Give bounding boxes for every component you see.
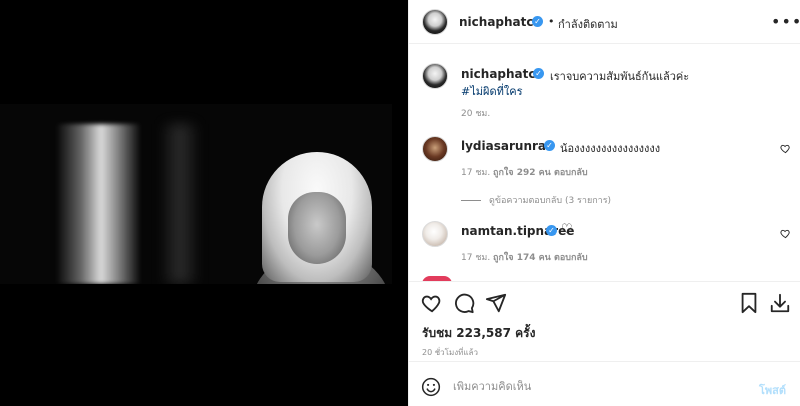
comment-input[interactable] bbox=[453, 380, 733, 393]
comment-text: น้องงงงงงงงงงงงงงงง bbox=[560, 142, 661, 155]
replies-divider bbox=[461, 200, 481, 201]
caption-hashtag-link[interactable]: #ไม่ผิดที่ใคร bbox=[461, 82, 522, 100]
post-panel: nichaphatc ✓ • กำลังติดตาม ••• nichaphat… bbox=[408, 0, 800, 406]
post-header: nichaphatc ✓ • กำลังติดตาม ••• bbox=[409, 0, 800, 44]
author-username[interactable]: nichaphatc bbox=[459, 15, 534, 29]
light-glow bbox=[160, 124, 200, 284]
author-avatar[interactable] bbox=[422, 9, 448, 35]
comments-list[interactable]: nichaphatc ✓ เราจบความสัมพันธ์กันแล้วค่ะ… bbox=[409, 44, 800, 282]
post-actions: รับชม 223,587 ครั้ง 20 ชั่วโมงที่แล้ว bbox=[409, 282, 800, 362]
post-timestamp[interactable]: 20 ชั่วโมงที่แล้ว bbox=[422, 346, 478, 359]
caption-avatar[interactable] bbox=[422, 63, 448, 89]
comment-text: ♡ bbox=[561, 222, 573, 237]
comment-username[interactable]: namtan.tipnaree bbox=[461, 224, 574, 238]
verified-badge-icon: ✓ bbox=[532, 16, 543, 27]
verified-badge-icon: ✓ bbox=[546, 225, 557, 236]
save-bookmark-icon[interactable] bbox=[739, 292, 759, 314]
comment-avatar[interactable] bbox=[422, 221, 448, 247]
comment-likes[interactable]: ถูกใจ 292 คน bbox=[493, 165, 551, 179]
comment-reply-button[interactable]: ตอบกลับ bbox=[554, 250, 588, 264]
comment-likes[interactable]: ถูกใจ 174 คน bbox=[493, 250, 551, 264]
more-options-icon[interactable]: ••• bbox=[771, 12, 800, 31]
comment-composer: โพสต์ bbox=[409, 368, 800, 406]
view-replies-label: ดูข้อความตอบกลับ (3 รายการ) bbox=[489, 196, 612, 206]
emoji-smiley-icon[interactable] bbox=[421, 377, 441, 397]
comment-time[interactable]: 17 ชม. bbox=[461, 250, 490, 264]
comment-like-heart-icon[interactable] bbox=[780, 143, 791, 154]
verified-badge-icon: ✓ bbox=[544, 140, 555, 151]
follow-status-button[interactable]: กำลังติดตาม bbox=[558, 15, 618, 33]
caption-text: เราจบความสัมพันธ์กันแล้วค่ะ bbox=[550, 70, 690, 83]
comment-like-heart-icon[interactable] bbox=[780, 228, 791, 239]
header-separator: • bbox=[548, 15, 555, 28]
post-video[interactable] bbox=[0, 0, 408, 406]
comment-reply-button[interactable]: ตอบกลับ bbox=[554, 165, 588, 179]
verified-badge-icon: ✓ bbox=[533, 68, 544, 79]
video-frame bbox=[0, 104, 392, 284]
caption-time[interactable]: 20 ชม. bbox=[461, 106, 490, 120]
view-replies-button[interactable]: ดูข้อความตอบกลับ (3 รายการ) bbox=[461, 193, 611, 207]
share-send-icon[interactable] bbox=[485, 292, 507, 314]
comment-username[interactable]: lydiasarunrat bbox=[461, 139, 552, 153]
view-count[interactable]: รับชม 223,587 ครั้ง bbox=[422, 324, 535, 343]
comment-bubble-icon[interactable] bbox=[453, 292, 475, 314]
light-beam bbox=[56, 124, 156, 284]
like-heart-icon[interactable] bbox=[421, 292, 443, 314]
post-comment-button[interactable]: โพสต์ bbox=[759, 381, 786, 399]
comment-avatar[interactable] bbox=[422, 136, 448, 162]
download-icon[interactable] bbox=[769, 292, 791, 314]
comment-time[interactable]: 17 ชม. bbox=[461, 165, 490, 179]
caption-username[interactable]: nichaphatc bbox=[461, 67, 536, 81]
video-subject-face bbox=[288, 192, 346, 264]
